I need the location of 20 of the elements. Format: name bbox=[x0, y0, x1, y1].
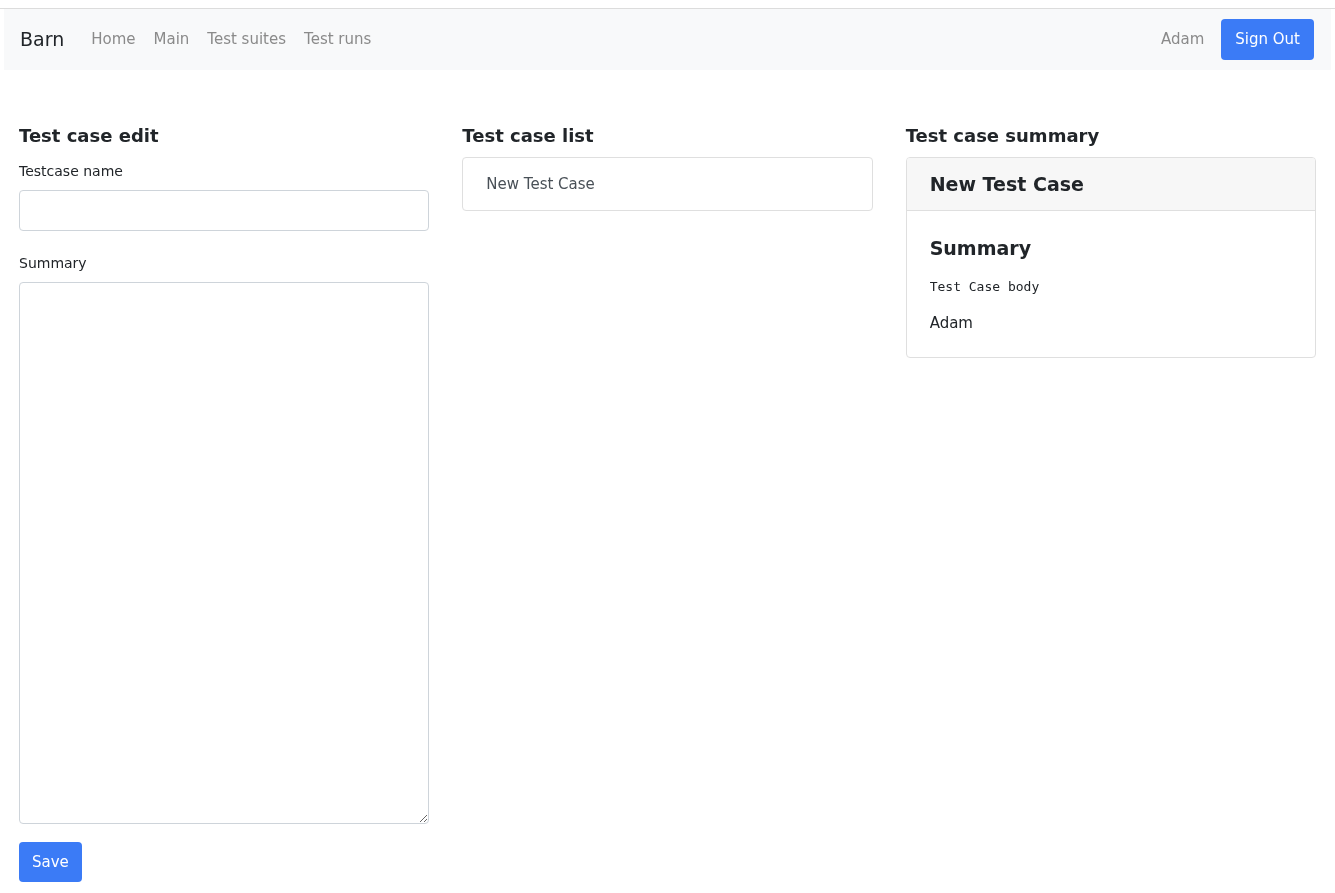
nav-link[interactable]: Home bbox=[82, 28, 145, 51]
author-name: Adam bbox=[929, 313, 974, 334]
user-name: Adam bbox=[1161, 29, 1205, 51]
brand-link[interactable]: Barn bbox=[20, 25, 65, 54]
nav-link[interactable]: Test runs bbox=[295, 28, 381, 51]
nav-link[interactable]: Main bbox=[144, 28, 199, 51]
summary-title: Summary bbox=[929, 236, 1033, 261]
sign-out-button[interactable]: Sign Out bbox=[1221, 19, 1314, 60]
section-heading: Test case edit bbox=[19, 124, 160, 148]
section-heading: Test case list bbox=[462, 124, 595, 148]
summary-body: Test Case body bbox=[929, 277, 1041, 296]
field-label: Summary bbox=[19, 254, 88, 273]
nav-link[interactable]: Test suites bbox=[198, 28, 296, 51]
save-button[interactable]: Save bbox=[19, 842, 82, 882]
summary-text-area[interactable] bbox=[19, 282, 430, 824]
name-input-field[interactable] bbox=[19, 190, 430, 231]
section-heading: Test case summary bbox=[905, 124, 1101, 148]
list-item[interactable]: New Test Case bbox=[462, 157, 873, 211]
card-title: New Test Case bbox=[929, 171, 1084, 197]
field-label: Testcase name bbox=[19, 162, 124, 181]
